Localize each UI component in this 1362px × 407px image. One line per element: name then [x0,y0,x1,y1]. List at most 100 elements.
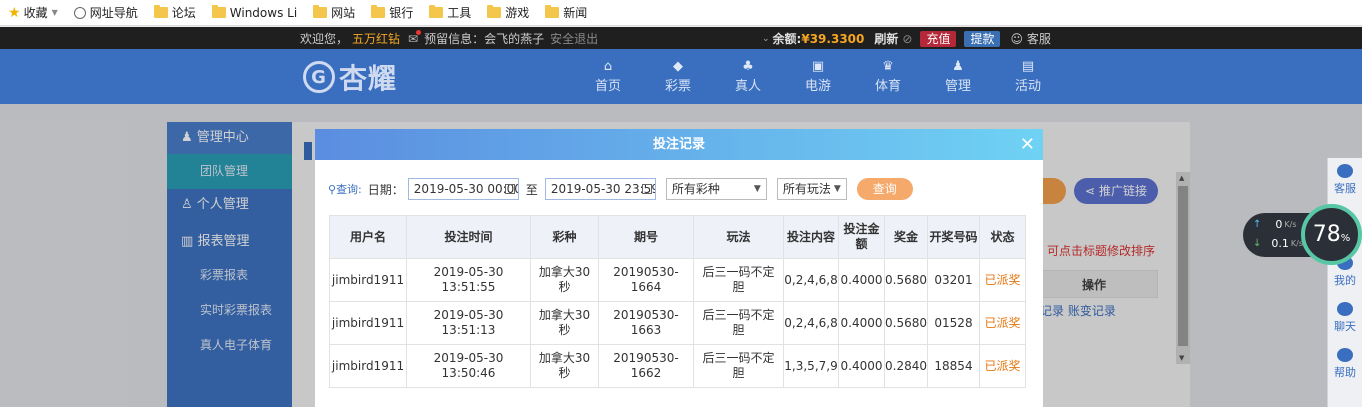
cell-user: jimbird1911 [329,301,407,345]
user-topbar: 欢迎您， 五万红钻 ✉ 预留信息：会飞的燕子 安全退出 ⌄ 余额: ¥39.33… [0,27,1362,49]
logout-link[interactable]: 安全退出 [550,30,598,47]
nav-manage[interactable]: ♟ 管理 [923,59,993,94]
mail-icon[interactable]: ✉ [408,29,422,46]
deposit-button[interactable]: 充值 [920,30,957,47]
cell-bonus: 0.5680 [884,301,928,345]
end-date-input[interactable]: 2019-05-30 23:59 [544,178,656,200]
col-username[interactable]: 用户名 [329,215,407,259]
col-content[interactable]: 投注内容 [783,215,839,259]
cell-time: 2019-05-30 13:51:13 [406,301,531,345]
manage-icon: ♟ [952,59,964,74]
calendar-icon[interactable] [504,184,515,194]
upload-speed: ↑ 0 K/s [1253,218,1297,231]
cell-status: 已派奖 [979,301,1026,345]
nav-label: 管理 [944,79,971,94]
bookmark-bank[interactable]: 银行 [371,4,413,21]
memory-gauge[interactable]: 78% [1301,204,1362,265]
nav-sports[interactable]: ♛ 体育 [853,59,923,94]
cell-lottery-line2: 秒 [558,323,571,337]
bookmark-sites[interactable]: 网站 [313,4,355,21]
cell-lottery-line1: 加拿大30 [538,351,591,365]
eye-icon[interactable]: ⊘ [902,32,912,46]
refresh-button[interactable]: 刷新 [874,30,898,47]
nav-home[interactable]: ⌂ 首页 [573,59,643,94]
col-winning[interactable]: 开奖号码 [927,215,980,259]
logo-text: 杏耀 [339,62,398,95]
cell-time-date: 2019-05-30 [433,265,504,279]
bookmark-label: 收藏 [23,6,48,20]
play-select[interactable]: 所有玩法 ▼ [776,178,847,200]
col-lottery[interactable]: 彩种 [530,215,599,259]
close-icon[interactable]: ✕ [1020,129,1035,160]
folder-icon [211,5,226,18]
bookmark-favorites[interactable]: ★ 收藏 ▼ [8,4,58,21]
nav-label: 首页 [594,79,621,94]
col-bonus[interactable]: 奖金 [884,215,928,259]
cell-play-line2: 胆 [732,323,745,337]
trophy-icon: ♛ [882,59,894,74]
to-label: 至 [525,182,538,197]
nav-live[interactable]: ♣ 真人 [713,59,783,94]
slot-icon: ▣ [811,59,825,74]
cell-bonus: 0.5680 [884,258,928,302]
home-icon: ⌂ [603,59,613,74]
bookmark-label: Windows Li [229,5,298,20]
cell-user: jimbird1911 [329,344,407,388]
cell-play-line2: 胆 [732,280,745,294]
chevron-down-icon[interactable]: ⌄ [762,34,770,44]
col-issue[interactable]: 期号 [598,215,694,259]
cell-issue: 20190530- 1662 [598,344,694,388]
float-customer-service[interactable]: 客服 [1328,158,1362,204]
main-nav: ⌂ 首页 ◆ 彩票 ♣ 真人 ▣ 电游 ♛ 体育 ♟ 管理 ▤ 活动 [573,59,1063,94]
site-logo[interactable]: G 杏耀 [303,57,397,97]
cell-time-clock: 13:51:13 [441,323,496,337]
star-icon: ★ [8,4,21,21]
cell-content: 0,2,4,6,8 [783,301,839,345]
bookmark-nav[interactable]: 网址导航 [73,4,138,21]
lottery-select[interactable]: 所有彩种 ▼ [665,178,767,200]
bookmark-news[interactable]: 新闻 [545,4,587,21]
vip-level[interactable]: 五万红钻 [352,30,400,47]
start-date-input[interactable]: 2019-05-30 00:00 [407,178,519,200]
col-amount-label: 投注金额 [843,222,880,251]
folder-icon [313,5,328,18]
col-amount[interactable]: 投注金额 [838,215,885,259]
calendar-icon[interactable] [641,184,652,194]
customer-service-link[interactable]: ☺ 客服 [1010,30,1050,47]
query-button[interactable]: 查询 [856,178,913,200]
table-row[interactable]: jimbird1911 2019-05-30 13:50:46 加拿大30 秒 20… [329,344,1026,388]
col-status[interactable]: 状态 [979,215,1026,259]
bookmark-games[interactable]: 游戏 [487,4,529,21]
bookmark-tools[interactable]: 工具 [429,4,471,21]
float-help[interactable]: 帮助 [1328,342,1362,388]
cell-play: 后三一码不定胆 [693,301,784,345]
table-row[interactable]: jimbird1911 2019-05-30 13:51:55 加拿大30 秒 20… [329,258,1026,302]
col-play[interactable]: 玩法 [693,215,784,259]
nav-lottery[interactable]: ◆ 彩票 [643,59,713,94]
cell-lottery: 加拿大30 秒 [530,258,599,302]
cell-play-line1: 后三一码不定 [702,308,775,322]
cell-lottery-line2: 秒 [558,366,571,380]
bookmark-forum[interactable]: 论坛 [153,4,196,21]
table-row[interactable]: jimbird1911 2019-05-30 13:51:13 加拿大30 秒 20… [329,301,1026,345]
end-date-value: 2019-05-30 23:59 [550,182,656,196]
cell-time-clock: 13:51:55 [441,280,496,294]
cell-amount: 0.4000 [838,344,885,388]
bookmark-windows[interactable]: Windows Li [211,5,298,20]
balance-area: ⌄ 余额: ¥39.3300 刷新 ⊘ 充值 提款 ☺ 客服 [762,30,1051,47]
cell-amount: 0.4000 [838,301,885,345]
cell-issue-line2: 1662 [630,366,662,380]
chevron-down-icon: ▼ [753,184,761,194]
cell-issue-line1: 20190530- [613,308,679,322]
withdraw-button[interactable]: 提款 [964,30,1001,47]
nav-slots[interactable]: ▣ 电游 [783,59,853,94]
cell-issue-line1: 20190530- [613,265,679,279]
nav-events[interactable]: ▤ 活动 [993,59,1063,94]
float-chat[interactable]: 聊天 [1328,296,1362,342]
folder-icon [429,5,444,18]
float-label: 客服 [1334,182,1356,195]
cell-play: 后三一码不定胆 [693,344,784,388]
cell-play-line1: 后三一码不定 [702,351,775,365]
col-bet-time[interactable]: 投注时间 [406,215,531,259]
speed-unit: K/s [1284,220,1297,229]
